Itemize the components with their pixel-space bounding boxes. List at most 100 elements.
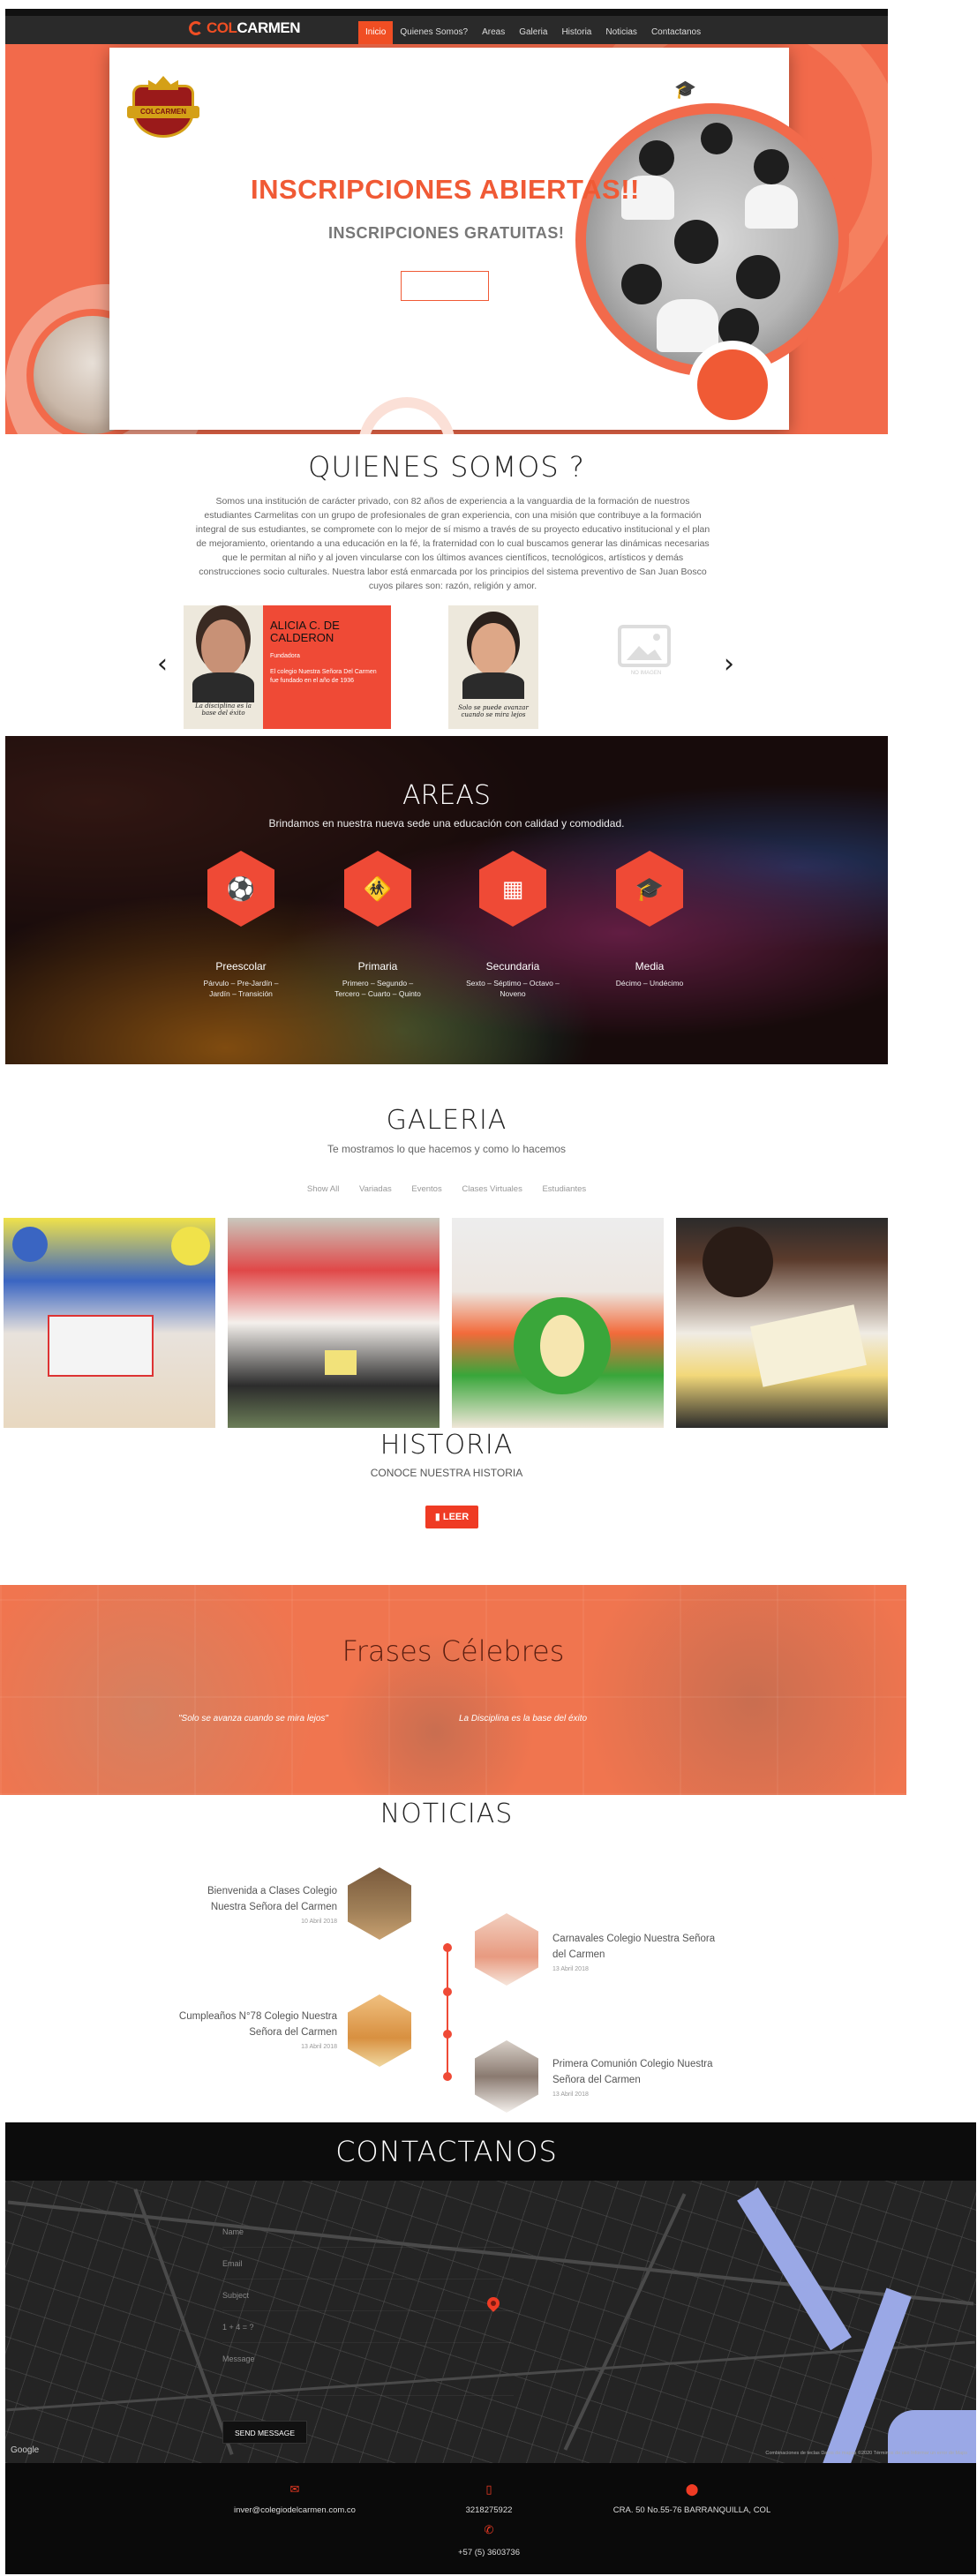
gallery-image[interactable] (452, 1218, 664, 1428)
filter-show-all[interactable]: Show All (307, 1184, 339, 1194)
frase-quote: La Disciplina es la base del éxito (459, 1714, 588, 1724)
founder-desc: El colegio Nuestra Señora Del Carmen fue… (270, 669, 377, 684)
area-preescolar[interactable]: ⚽ Preescolar Párvulo – Pre-Jardín – Jard… (175, 851, 307, 999)
placeholder-label: NO IMAGEN (630, 671, 662, 676)
subject-field[interactable]: Subject (222, 2279, 514, 2311)
frases-title: Frases Célebres (342, 1634, 565, 1668)
frase-quote: "Solo se avanza cuando se mira lejos" (178, 1714, 328, 1724)
portrait-slide: Solo se puede avanzar cuando se mira lej… (448, 605, 538, 729)
phone2-text[interactable]: +57 (5) 3603736 (401, 2548, 577, 2557)
area-secundaria[interactable]: ▦ Secundaria Sexto – Séptimo – Octavo – … (447, 851, 579, 999)
brand-logo[interactable]: COLCARMEN (189, 19, 300, 37)
area-desc: Párvulo – Pre-Jardín – Jardín – Transici… (203, 979, 279, 998)
areas-title: AREAS (402, 780, 491, 811)
nav-link-areas[interactable]: Areas (475, 21, 512, 44)
carousel-next-icon[interactable]: › (724, 649, 734, 680)
news-date: 13 Abril 2018 (552, 2092, 589, 2098)
gallery-image[interactable] (4, 1218, 215, 1428)
timeline-dot (443, 2072, 452, 2081)
founder-quote: La disciplina es la base del éxito (195, 702, 252, 717)
decorative-circle (688, 341, 777, 429)
hero-card: COLCARMEN 🎓 INSCRIPCIONES ABIERTAS!! INS… (109, 48, 849, 430)
footer: ✉ inver@colegiodelcarmen.com.co ▯ 321827… (5, 2463, 976, 2574)
nav-link-galeria[interactable]: Galeria (512, 21, 554, 44)
news-date: 10 Abril 2018 (301, 1919, 337, 1925)
filter-eventos[interactable]: Eventos (411, 1184, 441, 1194)
gallery-image[interactable] (676, 1218, 888, 1428)
child-icon: 🚸 (344, 851, 411, 927)
nav-link-historia[interactable]: Historia (554, 21, 598, 44)
area-desc: Primero – Segundo – Tercero – Cuarto – Q… (334, 979, 421, 998)
gallery-image[interactable] (228, 1218, 440, 1428)
placeholder-slide: NO IMAGEN (618, 625, 674, 687)
image-placeholder-icon (618, 625, 671, 667)
name-field[interactable]: Name (222, 2216, 514, 2248)
founder-name: ALICIA C. DE CALDERON (270, 619, 340, 644)
news-thumbnail[interactable] (348, 1867, 411, 1940)
send-message-button[interactable]: SEND MESSAGE (222, 2421, 307, 2444)
news-thumbnail[interactable] (348, 1994, 411, 2067)
area-media[interactable]: 🎓 Media Décimo – Undécimo (583, 851, 716, 988)
news-date: 13 Abril 2018 (552, 1966, 589, 1972)
captcha-field[interactable]: 1 + 4 = ? (222, 2311, 514, 2343)
hero-cta-button[interactable] (401, 271, 489, 301)
area-desc: Décimo – Undécimo (615, 979, 684, 988)
area-name: Media (635, 960, 665, 973)
news-item[interactable]: Primera Comunión Colegio Nuestra Señora … (552, 2056, 729, 2098)
timeline-dot (443, 1987, 452, 1996)
filter-clases-virtuales[interactable]: Clases Virtuales (462, 1184, 522, 1194)
historia-subtitle: CONOCE NUESTRA HISTORIA (370, 1467, 523, 1479)
map-marker-icon: ⬤ (685, 2482, 699, 2496)
nav-link-contactanos[interactable]: Contactanos (644, 21, 708, 44)
area-name: Secundaria (485, 960, 540, 973)
graduation-cap-icon: 🎓 (616, 851, 683, 927)
leer-button-label: LEER (442, 1512, 470, 1522)
areas-section: AREAS Brindamos en nuestra nueva sede un… (5, 736, 888, 1064)
nav-menu: Inicio Quienes Somos? Areas Galeria Hist… (358, 21, 708, 44)
soccer-ball-icon: ⚽ (207, 851, 274, 927)
footer-address: ⬤ CRA. 50 No.55-76 BARRANQUILLA, COL (604, 2482, 780, 2516)
address-text: CRA. 50 No.55-76 BARRANQUILLA, COL (613, 2505, 771, 2515)
quienes-somos-text: Somos una institución de carácter privad… (195, 496, 710, 591)
brand-name: CARMEN (237, 19, 300, 36)
nav-link-inicio[interactable]: Inicio (358, 21, 394, 44)
footer-email: ✉ inver@colegiodelcarmen.com.co (207, 2482, 383, 2516)
news-thumbnail[interactable] (475, 1913, 538, 1986)
crest-text: COLCARMEN (127, 106, 199, 118)
message-field[interactable]: Message (222, 2343, 514, 2396)
news-thumbnail[interactable] (475, 2040, 538, 2113)
nav-link-quienes-somos[interactable]: Quienes Somos? (393, 21, 475, 44)
galeria-subtitle: Te mostramos lo que hacemos y como lo ha… (327, 1143, 567, 1155)
phone-text[interactable]: 3218275922 (401, 2505, 577, 2516)
galeria-filters: Show All Variadas Eventos Clases Virtual… (5, 1184, 888, 1194)
news-title: Cumpleaños N°78 Colegio Nuestra Señora d… (178, 2011, 337, 2038)
map-view[interactable]: Name Email Subject 1 + 4 = ? Message SEN… (5, 2181, 976, 2463)
hero-banner: COLCARMEN 🎓 INSCRIPCIONES ABIERTAS!! INS… (5, 44, 888, 434)
map-terms[interactable]: Combinaciones de teclas Datos de mapas ©… (765, 2451, 967, 2456)
nav-link-noticias[interactable]: Noticias (598, 21, 644, 44)
filter-estudiantes[interactable]: Estudiantes (542, 1184, 586, 1194)
email-text[interactable]: inver@colegiodelcarmen.com.co (207, 2505, 383, 2516)
galeria-title: GALERIA (386, 1105, 507, 1136)
filter-variadas[interactable]: Variadas (359, 1184, 392, 1194)
news-item[interactable]: Bienvenida a Clases Colegio Nuestra Seño… (169, 1883, 337, 1925)
contact-form: Name Email Subject 1 + 4 = ? Message SEN… (222, 2216, 514, 2444)
area-primaria[interactable]: 🚸 Primaria Primero – Segundo – Tercero –… (312, 851, 444, 999)
timeline-dot (443, 2030, 452, 2039)
leer-button[interactable]: ▮ LEER (425, 1506, 478, 1528)
founder-photo: La disciplina es la base del éxito (184, 605, 263, 729)
news-item[interactable]: Cumpleaños N°78 Colegio Nuestra Señora d… (169, 2009, 337, 2050)
carousel-prev-icon[interactable]: ‹ (157, 649, 168, 680)
building-icon: ▦ (479, 851, 546, 927)
founder-role: Fundadora (270, 653, 300, 659)
frases-section: Frases Célebres "Solo se avanza cuando s… (0, 1585, 906, 1795)
area-name: Primaria (357, 960, 398, 973)
graduation-cap-icon: 🎓 (674, 80, 696, 100)
email-field[interactable]: Email (222, 2248, 514, 2279)
footer-phone: ▯ 3218275922 (401, 2482, 577, 2516)
founder-slide: La disciplina es la base del éxito ALICI… (184, 605, 391, 729)
navbar: COLCARMEN Inicio Quienes Somos? Areas Ga… (5, 9, 888, 44)
news-title: Bienvenida a Clases Colegio Nuestra Seño… (207, 1886, 337, 1912)
news-item[interactable]: Carnavales Colegio Nuestra Señora del Ca… (552, 1931, 729, 1972)
brand-icon (189, 21, 203, 35)
